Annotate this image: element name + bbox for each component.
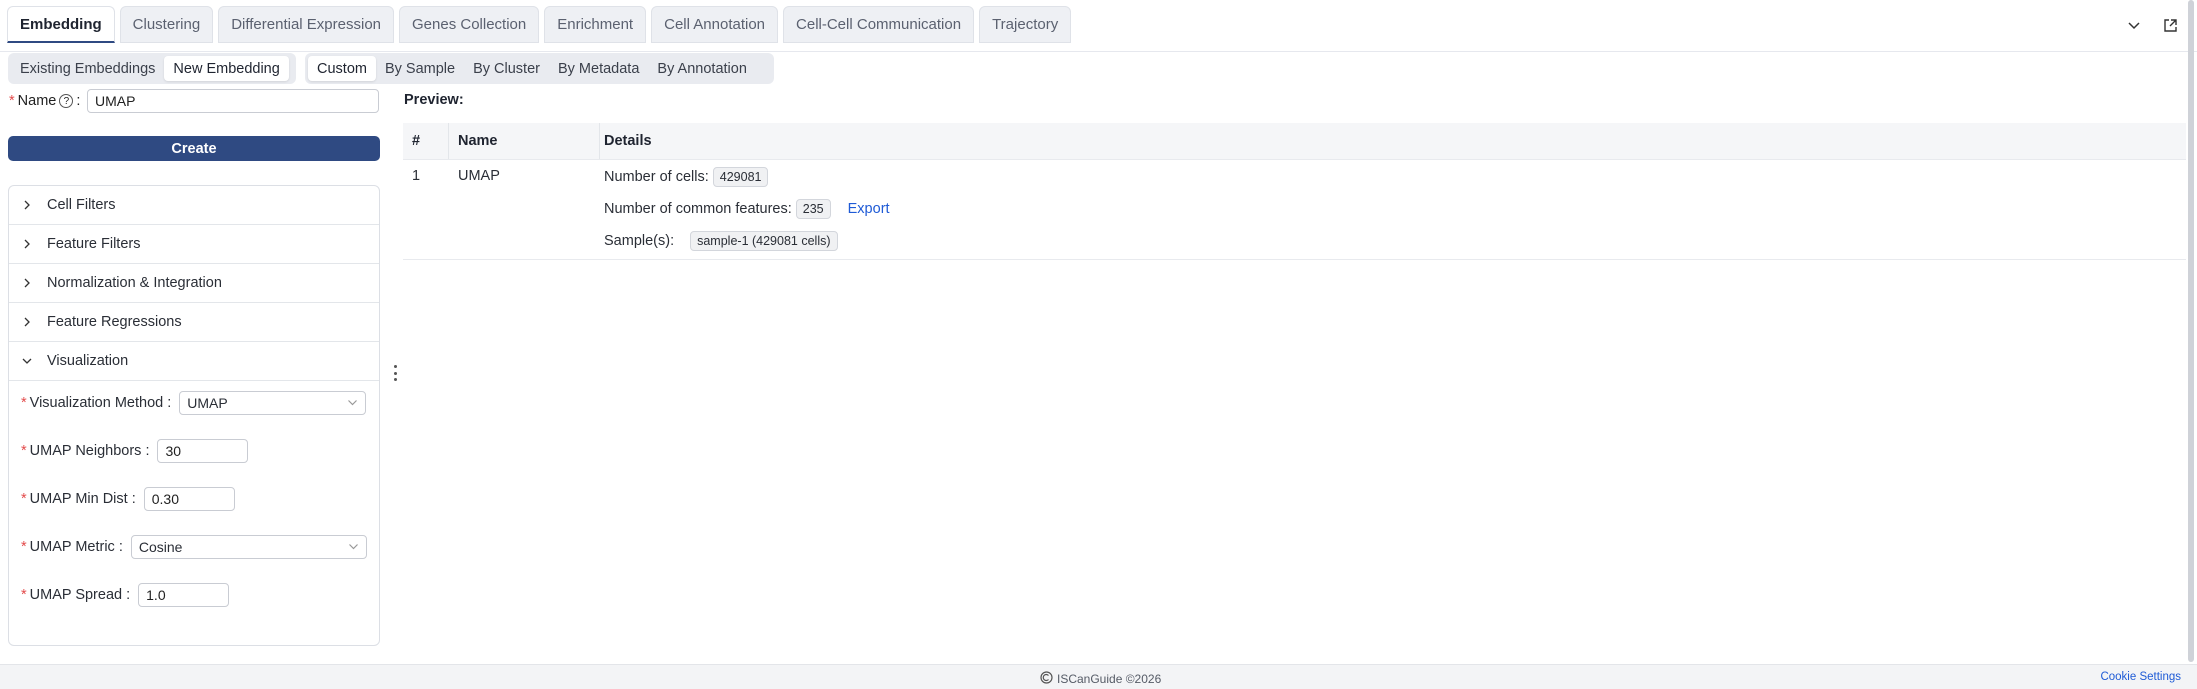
- umap-neighbors-label: UMAP Neighbors: [29, 443, 142, 459]
- footer-brand: ISCanGuide ©2026: [1040, 671, 1161, 687]
- accordion-label: Normalization & Integration: [47, 275, 222, 291]
- visualization-method-label: Visualization Method: [29, 395, 164, 411]
- umap-min-dist-input[interactable]: 0.30: [143, 487, 235, 511]
- cookie-settings-link[interactable]: Cookie Settings: [2100, 671, 2181, 683]
- chevron-down-icon: [347, 395, 358, 411]
- subtab-custom[interactable]: Custom: [308, 56, 376, 81]
- subtab-existing-embeddings[interactable]: Existing Embeddings: [11, 56, 164, 81]
- main-tabs: Embedding Clustering Differential Expres…: [7, 6, 1072, 43]
- required-marker: *: [21, 491, 27, 507]
- cells-label: Number of cells:: [604, 169, 709, 185]
- accordion-label: Visualization: [47, 353, 129, 369]
- header-name: Name: [449, 123, 600, 159]
- samples-line: Sample(s): sample-1 (429081 cells): [604, 230, 890, 252]
- umap-spread-input[interactable]: 1.0: [138, 583, 230, 607]
- samples-label: Sample(s):: [604, 233, 675, 249]
- accordion-feature-filters[interactable]: Feature Filters: [9, 225, 379, 264]
- accordion-label: Cell Filters: [47, 197, 116, 213]
- required-marker: *: [21, 587, 27, 603]
- required-marker: *: [21, 395, 27, 411]
- top-tab-bar: Embedding Clustering Differential Expres…: [0, 0, 2197, 52]
- required-marker: *: [21, 443, 27, 459]
- header-num: #: [403, 123, 449, 159]
- tab-cell-cell-communication[interactable]: Cell-Cell Communication: [783, 6, 975, 43]
- tab-clustering[interactable]: Clustering: [119, 6, 214, 43]
- accordion-normalization-integration[interactable]: Normalization & Integration: [9, 264, 379, 303]
- accordion-label: Feature Regressions: [47, 314, 182, 330]
- chevron-right-icon: [21, 277, 33, 289]
- required-marker: *: [21, 539, 27, 555]
- settings-accordion: Cell Filters Feature Filters Normalizati…: [8, 185, 380, 646]
- features-count-badge: 235: [795, 199, 831, 219]
- panel-resize-handle[interactable]: [391, 365, 399, 381]
- subtab-by-annotation[interactable]: By Annotation: [648, 56, 756, 81]
- chevron-down-icon[interactable]: [2125, 16, 2143, 34]
- tab-differential-expression[interactable]: Differential Expression: [218, 6, 394, 43]
- row-name: UMAP: [458, 168, 500, 184]
- question-icon[interactable]: ?: [59, 94, 74, 108]
- create-button[interactable]: Create: [8, 136, 380, 161]
- umap-metric-label: UMAP Metric: [29, 539, 115, 555]
- umap-min-dist-label: UMAP Min Dist: [29, 491, 128, 507]
- umap-neighbors-row: * UMAP Neighbors : 30: [21, 439, 367, 463]
- umap-metric-row: * UMAP Metric : Cosine: [21, 535, 367, 559]
- tab-trajectory[interactable]: Trajectory: [979, 6, 1072, 43]
- accordion-cell-filters[interactable]: Cell Filters: [9, 186, 379, 225]
- row-details: Number of cells: 429081 Number of common…: [600, 160, 890, 259]
- row-num: 1: [412, 168, 421, 184]
- chevron-down-icon: [21, 355, 33, 367]
- subtab-by-cluster[interactable]: By Cluster: [464, 56, 549, 81]
- subtab-by-sample[interactable]: By Sample: [376, 56, 464, 81]
- chevron-right-icon: [21, 316, 33, 328]
- visualization-panel: * Visualization Method : UMAP * UMAP Nei…: [9, 381, 379, 607]
- features-label: Number of common features:: [604, 201, 792, 217]
- features-count-line: Number of common features: 235 Export: [604, 198, 890, 220]
- table-row: 1 UMAP Number of cells: 429081 Number of…: [403, 160, 2186, 260]
- select-value: UMAP: [187, 395, 228, 411]
- accordion-visualization[interactable]: Visualization: [9, 342, 379, 381]
- tab-embedding[interactable]: Embedding: [7, 6, 115, 43]
- umap-min-dist-row: * UMAP Min Dist : 0.30: [21, 487, 367, 511]
- label-colon: :: [76, 93, 81, 109]
- sample-tag: sample-1 (429081 cells): [690, 231, 838, 251]
- tab-genes-collection[interactable]: Genes Collection: [399, 6, 540, 43]
- vertical-scrollbar[interactable]: [2188, 0, 2194, 662]
- visualization-method-row: * Visualization Method : UMAP: [21, 391, 367, 415]
- umap-spread-row: * UMAP Spread : 1.0: [21, 583, 367, 607]
- chevron-down-icon: [348, 539, 359, 555]
- cells-count-badge: 429081: [712, 167, 769, 187]
- preview-title: Preview:: [404, 92, 464, 108]
- select-value: Cosine: [138, 539, 183, 555]
- visualization-method-select[interactable]: UMAP: [179, 391, 367, 415]
- logo-icon: [1040, 671, 1053, 687]
- preview-table-header: # Name Details: [403, 123, 2186, 160]
- subtab-new-embedding[interactable]: New Embedding: [164, 56, 289, 81]
- name-input[interactable]: UMAP: [87, 89, 379, 113]
- umap-metric-select[interactable]: Cosine: [130, 535, 367, 559]
- accordion-label: Feature Filters: [47, 236, 141, 252]
- topbar-actions: [2125, 16, 2179, 34]
- tab-cell-annotation[interactable]: Cell Annotation: [651, 6, 779, 43]
- umap-neighbors-input[interactable]: 30: [157, 439, 249, 463]
- name-label-row: * Name ? :: [9, 89, 80, 113]
- chevron-right-icon: [21, 199, 33, 211]
- export-link[interactable]: Export: [848, 201, 890, 217]
- tab-enrichment[interactable]: Enrichment: [544, 6, 647, 43]
- footer: ISCanGuide ©2026 Cookie Settings: [0, 664, 2197, 689]
- embedding-mode-switch: Existing Embeddings New Embedding: [8, 53, 296, 84]
- required-marker: *: [9, 93, 15, 109]
- accordion-feature-regressions[interactable]: Feature Regressions: [9, 303, 379, 342]
- preview-table: # Name Details 1 UMAP Number of cells: 4…: [403, 123, 2186, 260]
- name-label: Name: [17, 93, 57, 109]
- chevron-right-icon: [21, 238, 33, 250]
- subtab-by-metadata[interactable]: By Metadata: [549, 56, 648, 81]
- footer-brand-text: ISCanGuide ©2026: [1057, 672, 1162, 686]
- umap-spread-label: UMAP Spread: [29, 587, 123, 603]
- cells-count-line: Number of cells: 429081: [604, 166, 890, 188]
- embedding-scope-switch: Custom By Sample By Cluster By Metadata …: [305, 53, 774, 84]
- external-link-icon[interactable]: [2161, 16, 2179, 34]
- header-details: Details: [604, 133, 652, 149]
